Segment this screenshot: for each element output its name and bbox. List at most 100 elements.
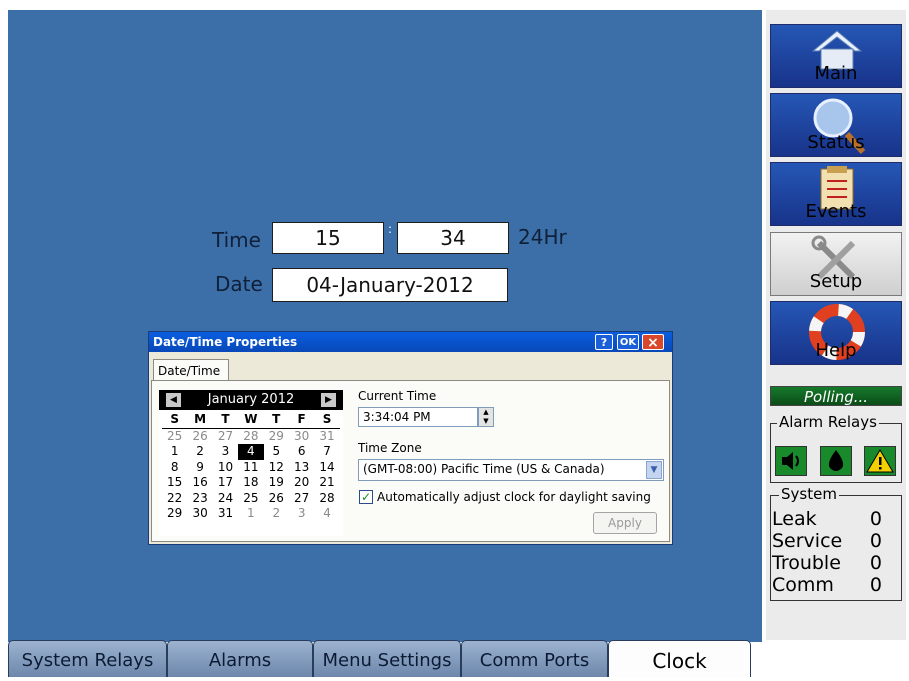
calendar-day[interactable]: 12 bbox=[264, 460, 289, 476]
tab-menu-settings[interactable]: Menu Settings bbox=[313, 640, 461, 677]
calendar-day[interactable]: 31 bbox=[314, 429, 339, 445]
main-panel: Time 15 : 34 24Hr Date 04-January-2012 bbox=[8, 10, 762, 642]
calendar-weekday: M bbox=[194, 412, 207, 426]
current-time-field[interactable]: 3:34:04 PM bbox=[358, 407, 478, 427]
time-zone-label: Time Zone bbox=[358, 441, 422, 455]
dst-checkbox[interactable]: ✓ bbox=[359, 490, 373, 504]
calendar[interactable]: January 2012 ◀ ▶ S M T W T F S 25 26 27 28 29 30 31 1 2… bbox=[159, 390, 343, 536]
calendar-weekday: W bbox=[244, 412, 258, 426]
time-zone-select[interactable]: (GMT-08:00) Pacific Time (US & Canada) bbox=[358, 459, 664, 481]
calendar-day[interactable]: 8 bbox=[162, 460, 187, 476]
calendar-day[interactable]: 29 bbox=[264, 429, 289, 445]
calendar-day[interactable]: 28 bbox=[314, 491, 339, 507]
calendar-day[interactable]: 28 bbox=[238, 429, 263, 445]
calendar-day[interactable]: 1 bbox=[238, 506, 263, 522]
time-separator: : bbox=[388, 222, 393, 236]
calendar-day[interactable]: 14 bbox=[314, 460, 339, 476]
spin-down-icon[interactable]: ▼ bbox=[479, 417, 493, 426]
calendar-day[interactable]: 20 bbox=[289, 475, 314, 491]
calendar-day[interactable]: 15 bbox=[162, 475, 187, 491]
calendar-day[interactable]: 11 bbox=[238, 460, 263, 476]
tab-date-time[interactable]: Date/Time bbox=[153, 359, 229, 381]
nav-help-button[interactable]: Help bbox=[770, 301, 902, 365]
calendar-day[interactable]: 2 bbox=[187, 444, 212, 460]
nav-status-button[interactable]: Status bbox=[770, 93, 902, 157]
calendar-day[interactable]: 4 bbox=[238, 444, 264, 460]
nav-main-button[interactable]: Main bbox=[770, 24, 902, 88]
calendar-day[interactable]: 16 bbox=[187, 475, 212, 491]
ok-button[interactable]: OK bbox=[617, 334, 639, 350]
calendar-day[interactable]: 3 bbox=[289, 506, 314, 522]
system-row-comm: Comm 0 bbox=[772, 574, 896, 596]
calendar-day[interactable]: 22 bbox=[162, 491, 187, 507]
calendar-day[interactable]: 27 bbox=[213, 429, 238, 445]
nav-setup-button[interactable]: Setup bbox=[770, 232, 902, 296]
hours-field[interactable]: 15 bbox=[272, 222, 384, 254]
calendar-day[interactable]: 7 bbox=[314, 444, 339, 460]
close-button[interactable]: × bbox=[642, 334, 664, 351]
tab-alarms[interactable]: Alarms bbox=[167, 640, 313, 677]
nav-status-label: Status bbox=[807, 132, 865, 153]
next-month-button[interactable]: ▶ bbox=[321, 393, 336, 407]
calendar-weekday: S bbox=[322, 412, 332, 426]
prev-month-button[interactable]: ◀ bbox=[166, 393, 181, 407]
dialog-title: Date/Time Properties bbox=[153, 335, 298, 349]
calendar-day[interactable]: 26 bbox=[264, 491, 289, 507]
calendar-day[interactable]: 26 bbox=[187, 429, 212, 445]
calendar-day[interactable]: 19 bbox=[264, 475, 289, 491]
alarm-relays-group: Alarm Relays bbox=[770, 413, 902, 483]
calendar-day[interactable]: 5 bbox=[264, 444, 289, 460]
calendar-day[interactable]: 27 bbox=[289, 491, 314, 507]
calendar-day[interactable]: 18 bbox=[238, 475, 263, 491]
calendar-grid: S M T W T F S 25 26 27 28 29 30 31 1 2 3 4 5 6 7 8 9 10 11 12 13 14… bbox=[162, 412, 340, 522]
calendar-day[interactable]: 31 bbox=[213, 506, 238, 522]
calendar-weekday: T bbox=[221, 412, 230, 426]
help-button[interactable]: ? bbox=[595, 334, 613, 350]
drop-icon[interactable] bbox=[820, 446, 852, 476]
minutes-field[interactable]: 34 bbox=[397, 222, 509, 254]
tab-panel: January 2012 ◀ ▶ S M T W T F S 25 26 27 28 29 30 31 1 2… bbox=[151, 380, 670, 542]
warning-icon[interactable] bbox=[864, 446, 896, 476]
system-row-leak: Leak 0 bbox=[772, 508, 896, 530]
chevron-down-icon[interactable]: ▼ bbox=[646, 461, 662, 479]
date-field[interactable]: 04-January-2012 bbox=[272, 268, 508, 302]
current-time-label: Current Time bbox=[358, 389, 437, 403]
calendar-day[interactable]: 9 bbox=[187, 460, 212, 476]
calendar-week-row: 22 23 24 25 26 27 28 bbox=[162, 491, 340, 507]
dialog-title-bar[interactable]: Date/Time Properties bbox=[149, 332, 672, 352]
calendar-day[interactable]: 21 bbox=[314, 475, 339, 491]
calendar-day[interactable]: 17 bbox=[213, 475, 238, 491]
spin-up-icon[interactable]: ▲ bbox=[479, 408, 493, 417]
calendar-day[interactable]: 25 bbox=[162, 429, 187, 445]
calendar-day[interactable]: 6 bbox=[289, 444, 314, 460]
speaker-icon[interactable] bbox=[775, 446, 807, 476]
time-spinner[interactable]: ▲ ▼ bbox=[478, 407, 494, 427]
calendar-day[interactable]: 10 bbox=[213, 460, 238, 476]
tab-system-relays[interactable]: System Relays bbox=[8, 640, 167, 677]
calendar-day[interactable]: 13 bbox=[289, 460, 314, 476]
calendar-day[interactable]: 4 bbox=[314, 506, 339, 522]
calendar-day[interactable]: 1 bbox=[162, 444, 187, 460]
polling-indicator: Polling... bbox=[770, 386, 902, 406]
nav-events-label: Events bbox=[805, 201, 867, 222]
calendar-day[interactable]: 3 bbox=[213, 444, 238, 460]
calendar-day[interactable]: 24 bbox=[213, 491, 238, 507]
calendar-day[interactable]: 23 bbox=[187, 491, 212, 507]
nav-events-button[interactable]: Events bbox=[770, 162, 902, 226]
calendar-month-year: January 2012 bbox=[207, 392, 295, 407]
tab-comm-ports[interactable]: Comm Ports bbox=[461, 640, 608, 677]
calendar-day[interactable]: 25 bbox=[238, 491, 263, 507]
nav-main-label: Main bbox=[814, 63, 858, 84]
calendar-week-row: 25 26 27 28 29 30 31 bbox=[162, 429, 340, 445]
side-panel: Main Status Events Setup Help Polling...… bbox=[766, 10, 906, 640]
calendar-day[interactable]: 2 bbox=[264, 506, 289, 522]
tab-label: Date/Time bbox=[158, 364, 221, 378]
calendar-day[interactable]: 30 bbox=[289, 429, 314, 445]
tab-clock[interactable]: Clock bbox=[608, 640, 751, 677]
calendar-weekday: S bbox=[170, 412, 180, 426]
calendar-day[interactable]: 30 bbox=[187, 506, 212, 522]
calendar-day[interactable]: 29 bbox=[162, 506, 187, 522]
apply-button[interactable]: Apply bbox=[593, 512, 657, 534]
calendar-week-row: 15 16 17 18 19 20 21 bbox=[162, 475, 340, 491]
alarm-relays-title: Alarm Relays bbox=[777, 413, 879, 431]
